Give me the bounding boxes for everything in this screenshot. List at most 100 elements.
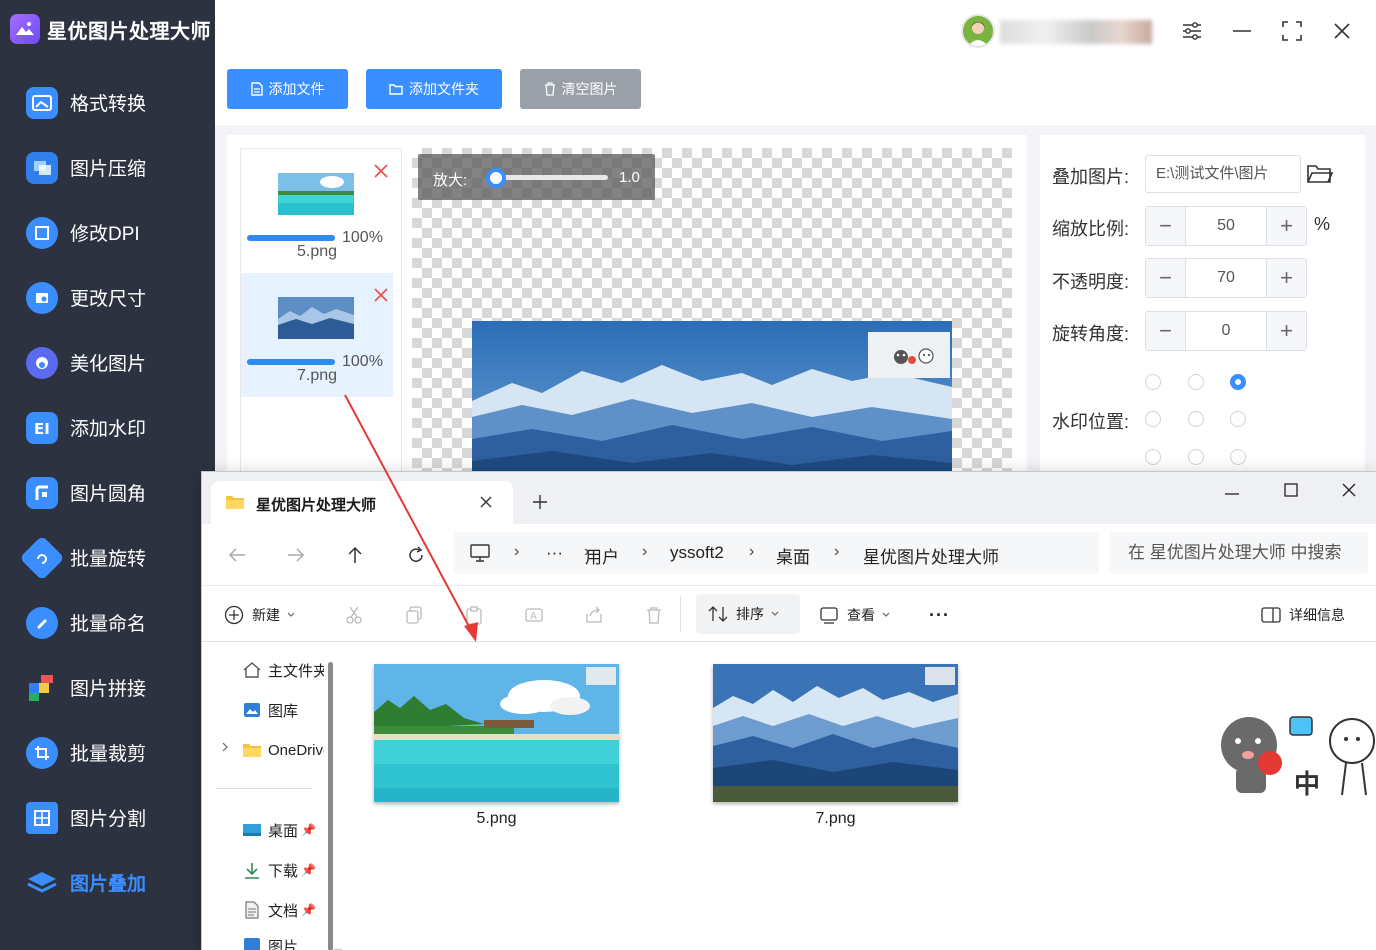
sidebar-item-label: 图片叠加 — [70, 874, 147, 895]
position-radio-bottom-left[interactable] — [1145, 449, 1161, 465]
open-folder-icon[interactable] — [1306, 162, 1336, 188]
file-list-item[interactable]: 100% 5.png — [241, 149, 393, 273]
view-button[interactable]: 查看 — [819, 600, 899, 630]
file-list-item[interactable]: 100% 7.png — [241, 273, 393, 397]
overlay-path-input[interactable]: E:\测试文件\图片 — [1145, 155, 1301, 193]
rotation-stepper: − 0 + — [1145, 311, 1307, 351]
scale-value[interactable]: 50 — [1186, 207, 1266, 245]
explorer-tab[interactable]: 星优图片处理大师 — [211, 481, 513, 524]
tab-close-icon[interactable] — [479, 495, 493, 514]
new-button[interactable]: 新建 — [224, 600, 304, 630]
up-arrow-icon[interactable] — [340, 540, 370, 570]
back-arrow-icon[interactable] — [222, 540, 252, 570]
fullscreen-icon[interactable] — [1277, 16, 1307, 46]
position-radio-center[interactable] — [1188, 411, 1204, 427]
details-pane-icon — [1261, 607, 1281, 623]
clear-images-button[interactable]: 清空图片 — [520, 69, 641, 109]
sidebar-item-dpi[interactable]: 修改DPI — [0, 200, 215, 265]
breadcrumb-item[interactable]: yssoft2 — [670, 543, 724, 563]
sidebar-item-label: 添加水印 — [70, 419, 147, 440]
view-label: 查看 — [847, 607, 875, 623]
breadcrumb-item[interactable]: 桌面 — [776, 543, 810, 568]
refresh-icon[interactable] — [401, 540, 431, 570]
opacity-value[interactable]: 70 — [1186, 259, 1266, 297]
rotation-decrement-button[interactable]: − — [1146, 312, 1186, 350]
folder-icon — [243, 744, 261, 757]
explorer-maximize-icon[interactable] — [1283, 482, 1299, 503]
file-card[interactable]: 5.png — [374, 664, 619, 834]
copy-icon[interactable] — [404, 600, 432, 630]
explorer-minimize-icon[interactable] — [1224, 486, 1240, 507]
nav-desktop[interactable]: 桌面 📌 — [242, 818, 324, 842]
scale-decrement-button[interactable]: − — [1146, 207, 1186, 245]
details-button[interactable]: 详细信息 — [1261, 600, 1345, 630]
rename-icon[interactable]: A — [524, 600, 552, 630]
explorer-close-icon[interactable] — [1341, 482, 1357, 503]
watermark-preview[interactable] — [868, 332, 950, 378]
plus-circle-icon — [224, 605, 244, 625]
delete-icon[interactable] — [644, 600, 672, 630]
nav-downloads[interactable]: 下载 📌 — [242, 858, 324, 882]
add-folder-button[interactable]: 添加文件夹 — [366, 69, 502, 109]
minimize-icon[interactable] — [1227, 16, 1257, 46]
address-path[interactable]: › ··· › 用户 › yssoft2 › 桌面 › 星优图片处理大师 — [454, 532, 1099, 574]
new-tab-icon[interactable] — [532, 494, 548, 515]
breadcrumb-item[interactable]: 用户 — [585, 543, 619, 568]
rotation-value[interactable]: 0 — [1186, 312, 1266, 350]
add-file-button[interactable]: 添加文件 — [227, 69, 348, 109]
gallery-icon — [244, 703, 260, 717]
opacity-decrement-button[interactable]: − — [1146, 259, 1186, 297]
trash-icon — [544, 82, 555, 96]
nav-scrollbar[interactable] — [328, 662, 333, 950]
sidebar-item-stitch[interactable]: 图片拼接 — [0, 655, 215, 720]
position-radio-top-left[interactable] — [1145, 374, 1161, 390]
sidebar-item-overlay[interactable]: 图片叠加 — [0, 850, 215, 915]
sidebar-item-split[interactable]: 图片分割 — [0, 785, 215, 850]
user-avatar[interactable] — [961, 14, 995, 48]
nav-documents[interactable]: 文档 📌 — [242, 898, 324, 922]
position-radio-top-center[interactable] — [1188, 374, 1204, 390]
share-icon[interactable] — [584, 600, 612, 630]
position-radio-middle-right[interactable] — [1230, 411, 1246, 427]
sidebar-item-crop[interactable]: 批量裁剪 — [0, 720, 215, 785]
more-options-button[interactable]: ··· — [929, 600, 950, 630]
close-icon[interactable] — [1327, 16, 1357, 46]
sidebar-item-resize[interactable]: 更改尺寸 — [0, 265, 215, 330]
scale-label: 缩放比例: — [1052, 219, 1130, 239]
sidebar-item-format-convert[interactable]: 格式转换 — [0, 70, 215, 135]
paste-icon[interactable] — [464, 600, 492, 630]
remove-file-icon[interactable] — [373, 287, 389, 303]
position-radio-bottom-right[interactable] — [1230, 449, 1246, 465]
cut-icon[interactable] — [344, 600, 372, 630]
zoom-slider-handle[interactable] — [486, 168, 506, 188]
file-card[interactable]: 7.png — [713, 664, 958, 834]
rotation-increment-button[interactable]: + — [1266, 312, 1306, 350]
breadcrumb-item[interactable]: 星优图片处理大师 — [863, 543, 999, 568]
forward-arrow-icon[interactable] — [281, 540, 311, 570]
explorer-search-input[interactable]: 在 星优图片处理大师 中搜索 — [1110, 532, 1368, 574]
position-radio-bottom-center[interactable] — [1188, 449, 1204, 465]
sidebar-item-beautify[interactable]: 美化图片 — [0, 330, 215, 395]
pin-icon: 📌 — [301, 863, 316, 877]
settings-sliders-icon[interactable] — [1177, 16, 1207, 46]
nav-gallery[interactable]: 图库 — [242, 698, 324, 722]
scale-increment-button[interactable]: + — [1266, 207, 1306, 245]
sort-label: 排序 — [736, 606, 764, 622]
sidebar-item-compress[interactable]: 图片压缩 — [0, 135, 215, 200]
position-radio-middle-left[interactable] — [1145, 411, 1161, 427]
username-redacted — [1000, 20, 1152, 44]
nav-home[interactable]: 主文件夹 — [242, 658, 324, 682]
nav-pictures[interactable]: 图片 — [242, 936, 324, 950]
sidebar-item-rotate[interactable]: 批量旋转 — [0, 525, 215, 590]
nav-onedrive[interactable]: OneDrive — [242, 738, 324, 762]
sidebar-item-watermark[interactable]: EI 添加水印 — [0, 395, 215, 460]
zoom-slider-track[interactable] — [490, 175, 608, 180]
position-radio-top-right[interactable] — [1230, 374, 1246, 390]
chevron-right-icon[interactable] — [220, 740, 230, 758]
sort-button[interactable]: 排序 — [696, 594, 800, 634]
sidebar-item-round-corner[interactable]: 图片圆角 — [0, 460, 215, 525]
sidebar-item-rename[interactable]: 批量命名 — [0, 590, 215, 655]
opacity-increment-button[interactable]: + — [1266, 259, 1306, 297]
breadcrumb-ellipsis[interactable]: ··· — [546, 543, 563, 563]
remove-file-icon[interactable] — [373, 163, 389, 179]
